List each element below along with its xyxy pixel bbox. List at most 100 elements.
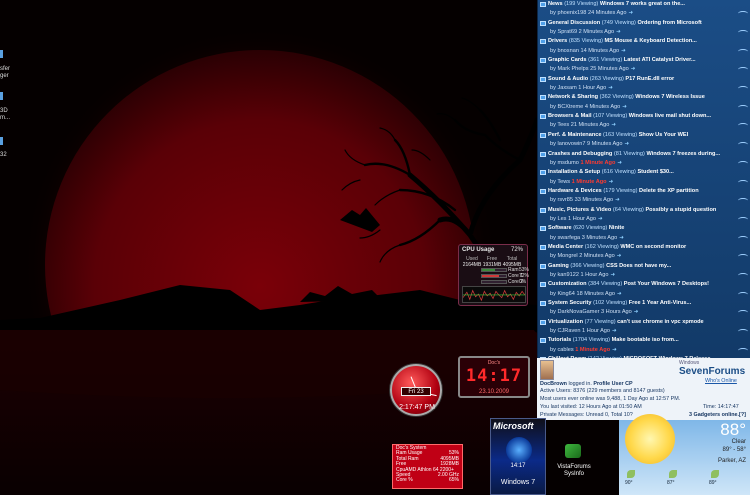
feed-author[interactable]: by Mark Phelps xyxy=(550,66,589,72)
feed-author[interactable]: by Tees xyxy=(550,122,569,128)
feed-author[interactable]: by bnosnan xyxy=(550,48,579,54)
feed-topic[interactable]: Ninite xyxy=(609,225,625,231)
feed-item[interactable]: Network & Sharing (362 Viewing) Windows … xyxy=(538,93,750,102)
feed-item[interactable]: Gaming (366 Viewing) CSS Does not have m… xyxy=(538,262,750,271)
feed-topic[interactable]: can't use chrome in vpc xpmode xyxy=(617,319,704,325)
feed-topic[interactable]: CSS Does not have my... xyxy=(606,263,671,269)
digital-clock-gadget[interactable]: Doc's 14:17 23.10.2009 xyxy=(458,356,530,398)
feed-author[interactable]: by Jaxsam xyxy=(550,85,577,91)
go-arrow-icon[interactable]: ➜ xyxy=(622,104,627,110)
go-arrow-icon[interactable]: ➜ xyxy=(619,235,624,241)
vistaforums-sysinfo-icon[interactable]: VistaForums SysInfo xyxy=(552,444,596,480)
feed-topic[interactable]: Latest ATI Catalyst Driver... xyxy=(624,57,696,63)
analog-clock-gadget[interactable]: Fri 23 2:17:47 PM xyxy=(390,364,442,416)
feed-author[interactable]: by Mongrel xyxy=(550,253,578,259)
feed-item[interactable]: Software (620 Viewing) Ninite xyxy=(538,224,750,233)
go-arrow-icon[interactable]: ➜ xyxy=(624,141,629,147)
feed-author[interactable]: by cables xyxy=(550,347,574,353)
feed-topic[interactable]: Windows 7 works great on the... xyxy=(600,1,685,7)
feed-author[interactable]: by kan9122 xyxy=(550,272,579,278)
go-arrow-icon[interactable]: ➜ xyxy=(612,328,617,334)
feed-item[interactable]: Sound & Audio (263 Viewing) P17 RunE.dll… xyxy=(538,75,750,84)
feed-author[interactable]: by rsvr85 xyxy=(550,197,573,203)
go-arrow-icon[interactable]: ➜ xyxy=(612,347,617,353)
feed-author[interactable]: by Sprat69 xyxy=(550,29,577,35)
feed-item[interactable]: Crashes and Debugging (81 Viewing) Windo… xyxy=(538,150,750,159)
feed-topic[interactable]: Ordering from Microsoft xyxy=(637,20,701,26)
feed-author[interactable]: by BCXtreme xyxy=(550,104,583,110)
go-arrow-icon[interactable]: ➜ xyxy=(611,122,616,128)
forum-icon xyxy=(540,282,546,288)
feed-topic[interactable]: MS Mouse & Keyboard Detection... xyxy=(605,38,697,44)
gadgeters-online[interactable]: 3 Gadgeters online.[?] xyxy=(689,412,746,418)
feed-author[interactable]: by Les xyxy=(550,216,566,222)
username[interactable]: DocBrown xyxy=(540,381,567,387)
feed-time: 33 Minutes Ago xyxy=(574,197,614,204)
go-arrow-icon[interactable]: ➜ xyxy=(609,179,614,185)
weather-gadget[interactable]: 88° Clear 89° - 58° Parker, AZ 90° 87° 8… xyxy=(619,414,750,495)
go-arrow-icon[interactable]: ➜ xyxy=(631,66,636,72)
windows7-gadget[interactable]: Microsoft 14:17 Windows 7 xyxy=(490,418,546,495)
feed-author[interactable]: by CJRaven xyxy=(550,328,580,334)
feed-topic[interactable]: Free 1 Year Anti-Virus... xyxy=(629,300,691,306)
feed-topic[interactable]: Student $30... xyxy=(637,169,673,175)
go-arrow-icon[interactable]: ➜ xyxy=(615,197,620,203)
feed-item[interactable]: Drivers (835 Viewing) MS Mouse & Keyboar… xyxy=(538,37,750,46)
wave-icon xyxy=(738,11,748,16)
feed-author[interactable]: by DarkNovaGamer xyxy=(550,309,599,315)
feed-item[interactable]: Browsers & Mail (107 Viewing) Windows li… xyxy=(538,112,750,121)
feed-topic[interactable]: Windows 7 freezes during... xyxy=(646,151,720,157)
profile-link[interactable]: Profile xyxy=(593,381,610,387)
feed-item[interactable]: Music, Pictures & Video (64 Viewing) Pos… xyxy=(538,206,750,215)
whos-online-link[interactable]: Who's Online xyxy=(705,378,737,384)
wave-icon xyxy=(738,272,748,278)
private-messages[interactable]: Private Messages: Unread 0, Total 10? xyxy=(540,412,633,418)
feed-author[interactable]: by King64 xyxy=(550,291,575,297)
go-arrow-icon[interactable]: ➜ xyxy=(634,309,639,315)
sevenforums-logo[interactable]: Windows SevenForums xyxy=(679,360,745,377)
feed-author[interactable]: by lanovowin7 xyxy=(550,141,585,147)
cpu-usage-gadget[interactable]: CPU Usage 72% Used Free Total 2164MB1931MB… xyxy=(458,244,529,306)
feed-topic[interactable]: Possibly a stupid question xyxy=(645,207,716,213)
system-info-gadget[interactable]: Doc's System Ram Usage 53% Total Ram 4095MB… xyxy=(392,444,463,489)
feed-item[interactable]: Customization (384 Viewing) Post Your Wi… xyxy=(538,280,750,289)
feed-item[interactable]: Installation & Setup (616 Viewing) Stude… xyxy=(538,168,750,177)
feed-topic[interactable]: Windows live mail shut down... xyxy=(629,113,711,119)
go-arrow-icon[interactable]: ➜ xyxy=(629,10,634,16)
feed-topic[interactable]: WMC on second monitor xyxy=(620,244,686,250)
forum-icon xyxy=(540,226,546,232)
forum-icon xyxy=(540,39,546,45)
feed-item[interactable]: Perf. & Maintenance (163 Viewing) Show U… xyxy=(538,131,750,140)
feed-author[interactable]: by msdumo xyxy=(550,160,579,166)
feed-item[interactable]: Virtualization (77 Viewing) can't use ch… xyxy=(538,318,750,327)
forecast-temp: 89° xyxy=(709,480,717,486)
feed-item[interactable]: System Security (102 Viewing) Free 1 Yea… xyxy=(538,299,750,308)
go-arrow-icon[interactable]: ➜ xyxy=(617,253,622,259)
feed-item[interactable]: Tutorials (1704 Viewing) Make bootable i… xyxy=(538,336,750,345)
feed-item[interactable]: General Discussion (749 Viewing) Orderin… xyxy=(538,19,750,28)
go-arrow-icon[interactable]: ➜ xyxy=(608,85,613,91)
go-arrow-icon[interactable]: ➜ xyxy=(617,160,622,166)
feed-topic[interactable]: Post Your Windows 7 Desktops! xyxy=(624,281,709,287)
feed-topic[interactable]: P17 RunE.dll error xyxy=(625,76,674,82)
go-arrow-icon[interactable]: ➜ xyxy=(616,29,621,35)
go-arrow-icon[interactable]: ➜ xyxy=(621,48,626,54)
feed-item-meta: by bnosnan 14 Minutes Ago ➜ xyxy=(538,47,750,56)
feed-topic[interactable]: Windows 7 Wireless Issue xyxy=(635,94,705,100)
avatar[interactable] xyxy=(540,360,554,380)
feed-item[interactable]: Media Center (162 Viewing) WMC on second… xyxy=(538,243,750,252)
feed-item[interactable]: News (199 Viewing) Windows 7 works great… xyxy=(538,0,750,9)
go-arrow-icon[interactable]: ➜ xyxy=(611,272,616,278)
wave-icon xyxy=(738,235,748,241)
user-cp-link[interactable]: User CP xyxy=(612,381,633,387)
feed-item[interactable]: Hardware & Devices (179 Viewing) Delete … xyxy=(538,187,750,196)
go-arrow-icon[interactable]: ➜ xyxy=(598,216,603,222)
feed-author[interactable]: by Tews xyxy=(550,179,570,185)
feed-topic[interactable]: Make bootable iso from... xyxy=(612,337,679,343)
feed-author[interactable]: by swarfega xyxy=(550,235,580,241)
feed-topic[interactable]: Show Us Your WEI xyxy=(639,132,689,138)
go-arrow-icon[interactable]: ➜ xyxy=(617,291,622,297)
feed-topic[interactable]: Delete the XP partition xyxy=(639,188,699,194)
feed-author[interactable]: by phoenix198 xyxy=(550,10,586,16)
feed-item[interactable]: Graphic Cards (361 Viewing) Latest ATI C… xyxy=(538,56,750,65)
